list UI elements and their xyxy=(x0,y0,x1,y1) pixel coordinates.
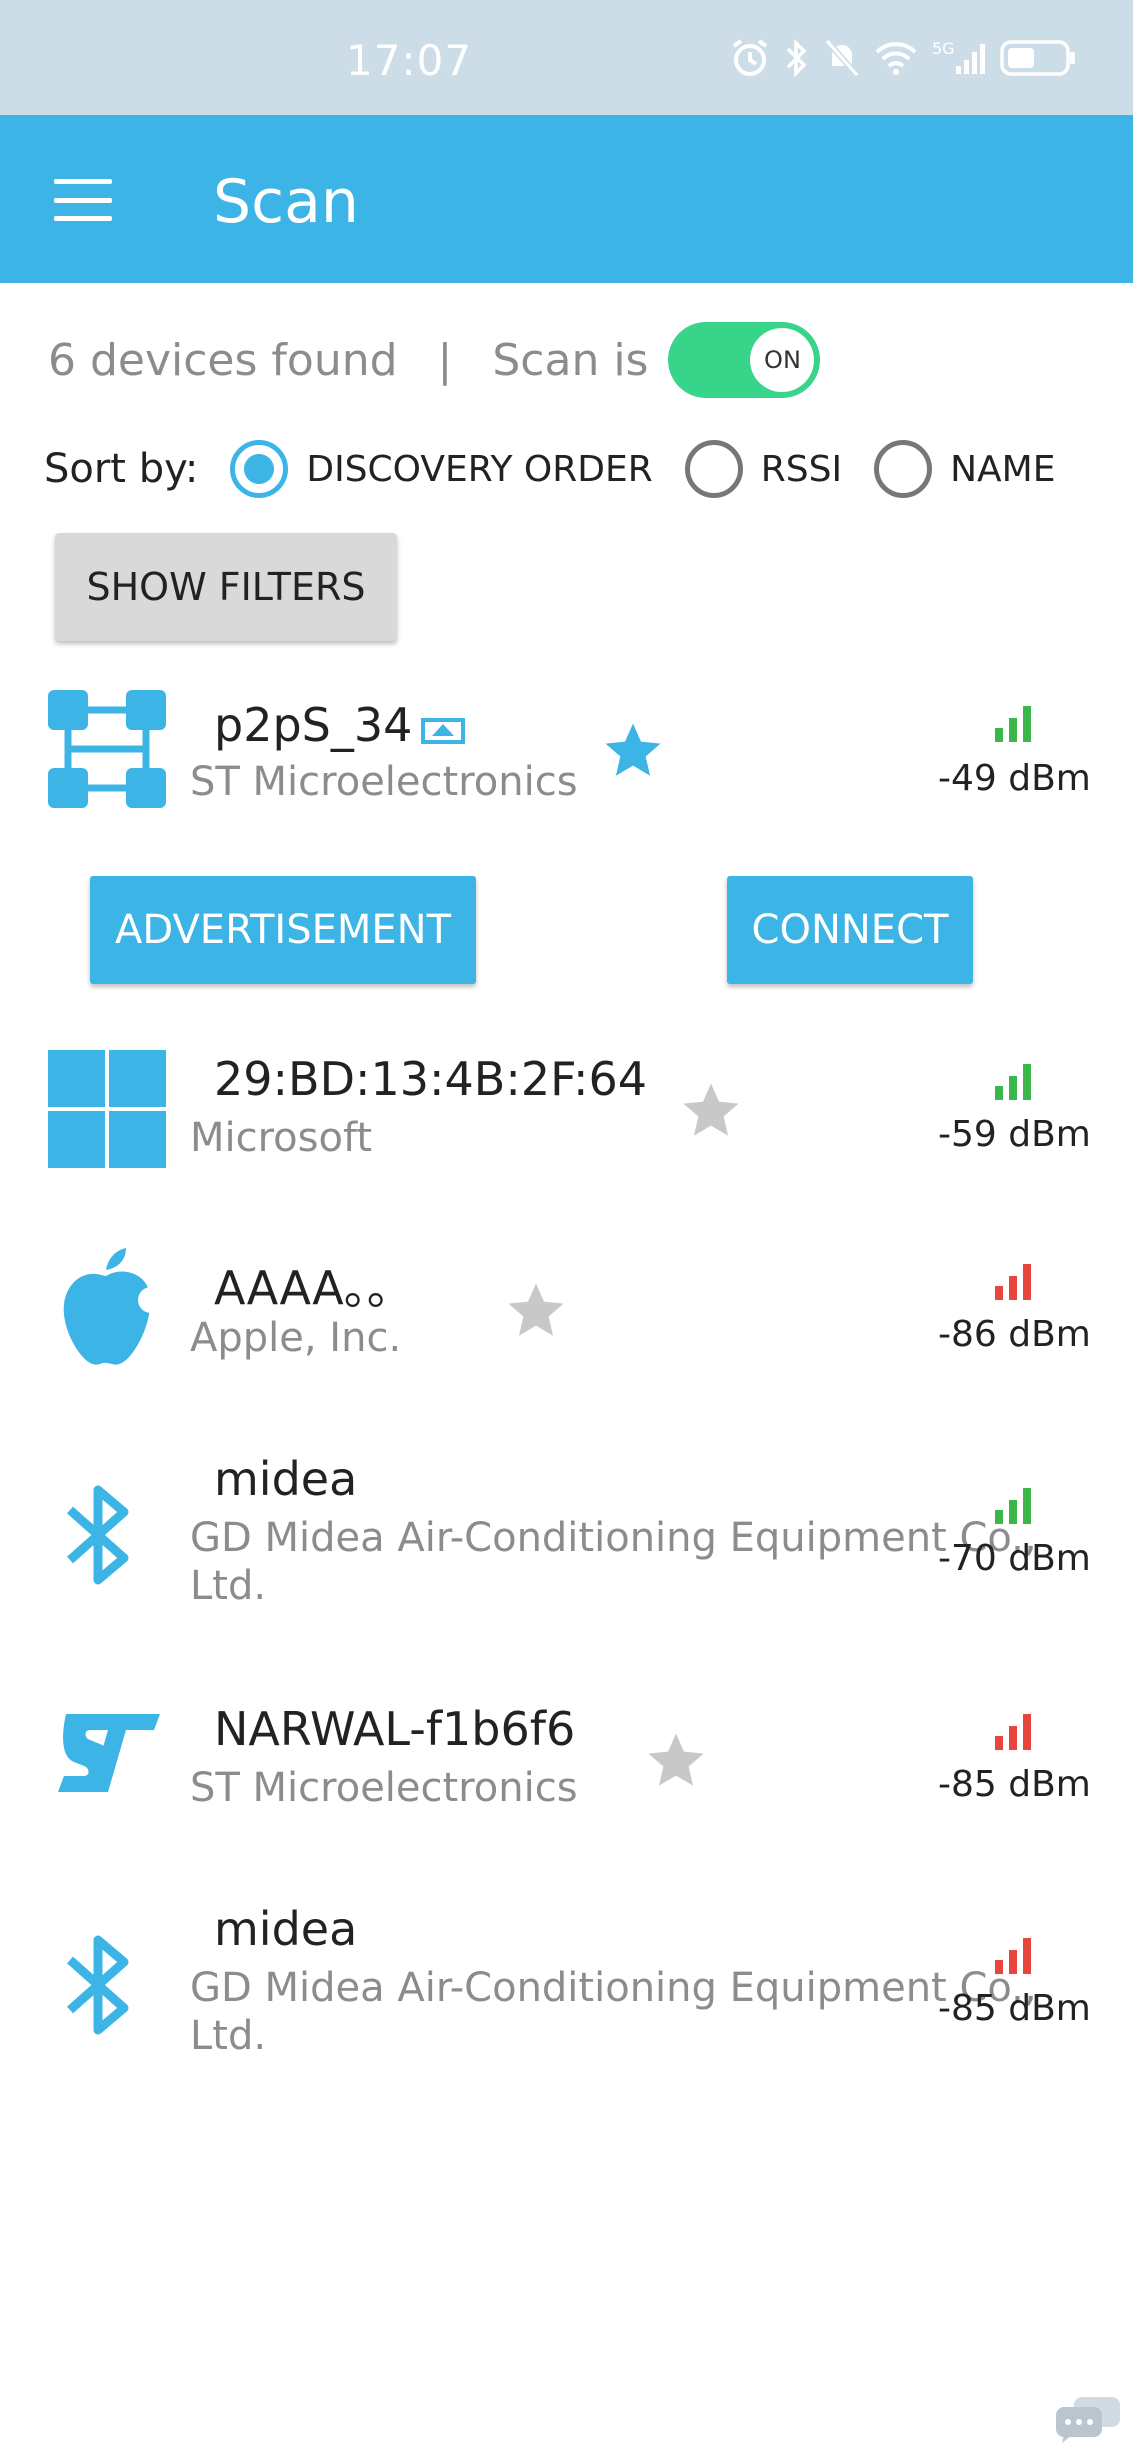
devices-found-count: 6 devices found xyxy=(48,334,398,386)
signal-weak-icon xyxy=(995,1714,1031,1750)
bluetooth-icon xyxy=(67,1935,129,2035)
device-name: midea xyxy=(214,1452,358,1506)
status-icons: 5G xyxy=(730,38,1076,78)
device-rssi: -85 dBm xyxy=(938,1988,1091,2029)
svg-text:5G: 5G xyxy=(932,39,955,58)
sort-option-discovery-order[interactable]: DISCOVERY ORDER xyxy=(230,440,653,498)
device-name: NARWAL-f1b6f6 xyxy=(214,1702,576,1756)
device-rssi: -86 dBm xyxy=(938,1314,1091,1355)
device-name: 29:BD:13:4B:2F:64 xyxy=(214,1052,648,1106)
bluetooth-icon xyxy=(786,38,807,78)
forum-watermark-icon xyxy=(1056,2397,1120,2443)
divider: | xyxy=(437,334,453,386)
signal-strong-icon xyxy=(995,1064,1031,1100)
page-title: Scan xyxy=(213,167,359,237)
scan-label: Scan is xyxy=(492,334,649,386)
sort-row: Sort by: DISCOVERY ORDER RSSI NAME xyxy=(44,437,1087,501)
device-manufacturer: Apple, Inc. xyxy=(190,1315,402,1361)
status-time: 17:07 xyxy=(346,36,473,85)
alarm-icon xyxy=(732,39,768,76)
signal-weak-icon xyxy=(995,1938,1031,1974)
app-bar: Scan xyxy=(0,115,1133,283)
device-rssi: -70 dBm xyxy=(938,1538,1091,1579)
st-logo-icon xyxy=(58,1714,160,1792)
windows-logo-icon xyxy=(48,1050,166,1168)
show-filters-button[interactable]: SHOW FILTERS xyxy=(55,533,397,641)
device-manufacturer: GD Midea Air-Conditioning Equipment Co.,… xyxy=(190,1965,1037,2059)
sort-option-label: DISCOVERY ORDER xyxy=(306,448,653,490)
scan-toggle[interactable]: ON xyxy=(668,322,821,398)
sort-label: Sort by: xyxy=(44,446,199,492)
apple-logo-icon xyxy=(63,1248,160,1365)
advertisement-button[interactable]: ADVERTISEMENT xyxy=(90,876,476,984)
signal-weak-icon xyxy=(995,1264,1031,1300)
device-rssi: -59 dBm xyxy=(938,1114,1091,1155)
radio-unchecked-icon xyxy=(684,440,743,498)
battery-icon xyxy=(1000,40,1075,76)
scan-toggle-knob: ON xyxy=(750,328,815,392)
advertising-icon xyxy=(421,718,465,744)
star-outline-icon[interactable] xyxy=(643,1728,709,1794)
device-name: midea xyxy=(214,1902,358,1956)
status-bar: 17:07 5G xyxy=(0,0,1133,115)
hamburger-menu-icon[interactable] xyxy=(54,179,112,221)
device-item[interactable]: midea GD Midea Air-Conditioning Equipmen… xyxy=(0,1890,1133,2090)
scan-status-row: 6 devices found | Scan is ON xyxy=(48,320,821,400)
device-item[interactable]: 29:BD:13:4B:2F:64 Microsoft -59 dBm xyxy=(0,1040,1133,1200)
star-outline-icon[interactable] xyxy=(503,1278,569,1344)
device-item[interactable]: AAAA。。 Apple, Inc. -86 dBm xyxy=(0,1240,1133,1400)
device-name: AAAA。。 xyxy=(214,1261,413,1315)
device-rssi: -49 dBm xyxy=(938,758,1091,799)
sort-option-name[interactable]: NAME xyxy=(874,440,1055,498)
device-item[interactable]: p2pS_34 ST Microelectronics -49 dBm ADVE… xyxy=(0,680,1133,1000)
sort-option-rssi[interactable]: RSSI xyxy=(684,440,843,498)
bluetooth-icon xyxy=(67,1485,129,1585)
device-manufacturer: ST Microelectronics xyxy=(190,1765,578,1811)
device-name: p2pS_34 xyxy=(214,698,413,752)
star-filled-icon[interactable] xyxy=(600,718,666,784)
network-nodes-icon xyxy=(48,690,166,808)
device-item[interactable]: midea GD Midea Air-Conditioning Equipmen… xyxy=(0,1440,1133,1640)
star-outline-icon[interactable] xyxy=(678,1078,744,1144)
sort-option-label: NAME xyxy=(950,448,1056,490)
signal-strong-icon xyxy=(995,1488,1031,1524)
sort-option-label: RSSI xyxy=(760,448,843,490)
mute-icon xyxy=(824,39,860,77)
radio-unchecked-icon xyxy=(874,440,933,498)
device-manufacturer: Microsoft xyxy=(190,1115,373,1161)
wifi-icon xyxy=(875,42,917,75)
device-manufacturer: GD Midea Air-Conditioning Equipment Co.,… xyxy=(190,1515,1037,1609)
signal-strong-icon xyxy=(995,706,1031,742)
5g-signal-icon: 5G xyxy=(932,39,985,74)
connect-button[interactable]: CONNECT xyxy=(727,876,973,984)
device-rssi: -85 dBm xyxy=(938,1764,1091,1805)
device-item[interactable]: NARWAL-f1b6f6 ST Microelectronics -85 dB… xyxy=(0,1690,1133,1850)
radio-checked-icon xyxy=(230,440,289,498)
